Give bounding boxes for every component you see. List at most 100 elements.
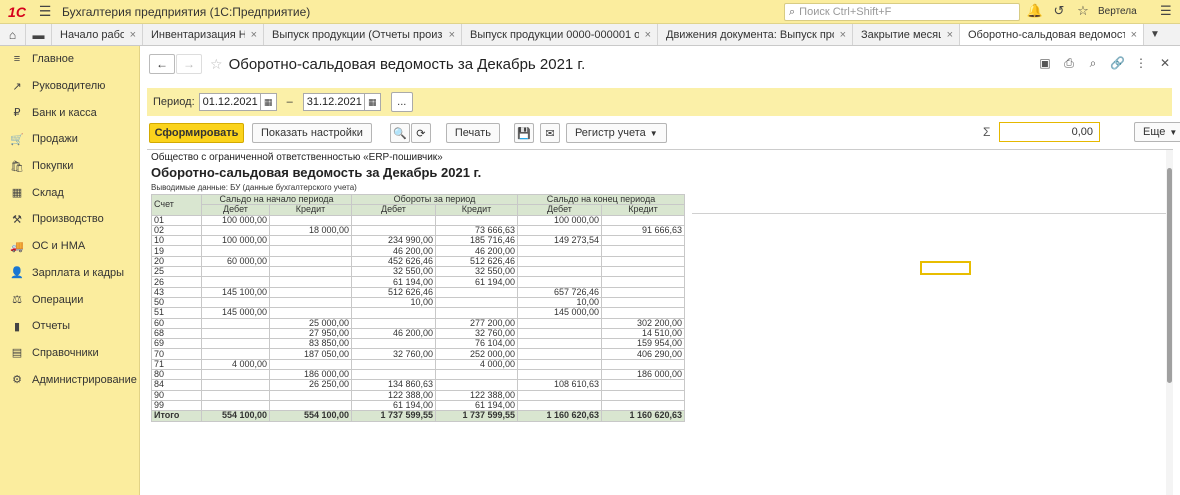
amount-cell[interactable] [269,255,352,268]
amount-cell[interactable]: 159 954,00 [601,338,685,350]
amount-cell[interactable] [201,317,270,329]
amount-cell[interactable] [601,379,685,391]
hamburger-menu-icon[interactable]: ☰ [1160,3,1172,19]
account-cell[interactable]: 01 [151,214,202,226]
amount-cell[interactable] [269,235,352,247]
amount-cell[interactable]: 27 950,00 [269,327,352,340]
amount-cell[interactable] [269,389,352,401]
sidebar-item-6[interactable]: ⚒ Производство [0,206,139,233]
account-cell[interactable]: 02 [151,224,202,237]
amount-cell[interactable]: 26 250,00 [269,379,352,391]
amount-cell[interactable]: 100 000,00 [201,235,270,247]
amount-cell[interactable] [517,358,602,371]
bell-icon[interactable]: 🔔 [1026,3,1044,19]
account-cell[interactable]: 99 [151,399,202,412]
account-cell[interactable]: 69 [151,338,202,350]
amount-cell[interactable] [201,266,270,278]
amount-cell[interactable]: 406 290,00 [601,348,685,360]
amount-cell[interactable]: 100 000,00 [201,214,270,226]
amount-cell[interactable]: 4 000,00 [201,358,270,371]
amount-cell[interactable] [201,399,270,412]
amount-cell[interactable]: 145 000,00 [201,307,270,319]
amount-cell[interactable]: 83 850,00 [269,338,352,350]
amount-cell[interactable] [601,245,685,257]
sidebar-item-4[interactable]: 🛍 Покупки [0,153,139,180]
save-file-icon[interactable]: 💾 [513,123,534,143]
amount-cell[interactable] [435,379,518,391]
header-group[interactable]: Сальдо на конец периода [517,193,685,206]
amount-cell[interactable] [269,358,352,371]
amount-cell[interactable] [201,338,270,350]
print-button[interactable]: Печать [445,123,500,143]
amount-cell[interactable] [601,286,685,298]
amount-cell[interactable]: 149 273,54 [517,235,602,247]
amount-cell[interactable] [269,286,352,298]
amount-cell[interactable]: 145 000,00 [517,307,602,319]
sidebar-item-11[interactable]: ▤ Справочники [0,340,139,367]
total-cell[interactable]: 1 160 620,63 [601,410,685,422]
amount-cell[interactable] [201,379,270,391]
sidebar-item-5[interactable]: ▦ Склад [0,179,139,206]
account-cell[interactable]: 68 [151,327,202,340]
amount-cell[interactable] [201,348,270,360]
sidebar-item-2[interactable]: ₽ Банк и касса [0,99,139,126]
amount-cell[interactable]: 61 194,00 [351,399,436,412]
account-cell[interactable]: 20 [151,255,202,268]
amount-cell[interactable] [601,214,685,226]
search-input[interactable]: ⌕ Поиск Ctrl+Shift+F [784,3,1020,21]
show-settings-button[interactable]: Показать настройки [252,123,372,143]
account-cell[interactable]: 26 [151,276,202,288]
chat-icon[interactable]: ▬ [26,24,52,45]
more-button[interactable]: Еще ▼ [1134,122,1180,142]
account-cell[interactable]: 25 [151,266,202,278]
favorites-star-icon[interactable]: ☆ [1074,3,1092,19]
amount-cell[interactable] [517,369,602,381]
print-icon[interactable]: ⎙ [1062,56,1076,71]
amount-cell[interactable]: 185 716,46 [435,235,518,247]
register-dropdown[interactable]: Регистр учета ▼ [565,123,667,143]
history-icon[interactable]: ↺ [1050,3,1068,19]
amount-cell[interactable] [269,214,352,226]
amount-cell[interactable] [517,338,602,350]
amount-cell[interactable]: 18 000,00 [269,224,352,237]
sidebar-item-10[interactable]: ▮ Отчеты [0,313,139,340]
amount-cell[interactable] [435,296,518,309]
amount-cell[interactable] [201,327,270,340]
amount-cell[interactable] [601,266,685,278]
amount-cell[interactable]: 657 726,46 [517,286,602,298]
tab-5[interactable]: Закрытие месяца × [853,24,960,45]
date-to-input[interactable]: 31.12.2021 [302,93,365,111]
account-cell[interactable]: 10 [151,235,202,247]
amount-cell[interactable] [601,276,685,288]
amount-cell[interactable]: 145 100,00 [201,286,270,298]
amount-cell[interactable]: 122 388,00 [351,389,436,401]
close-tab-icon[interactable]: × [645,29,651,41]
scrollbar-thumb[interactable] [1167,168,1172,383]
amount-cell[interactable]: 134 860,63 [351,379,436,391]
header-account[interactable]: Счет [151,194,202,216]
sidebar-item-7[interactable]: 🚚 ОС и НМА [0,233,139,260]
close-tab-icon[interactable]: × [840,29,846,41]
amount-cell[interactable]: 512 626,46 [435,255,518,268]
amount-cell[interactable]: 46 200,00 [435,245,518,257]
amount-cell[interactable] [351,369,436,381]
amount-cell[interactable] [269,296,352,309]
date-from-input[interactable]: 01.12.2021 [198,93,261,111]
amount-cell[interactable]: 25 000,00 [269,317,352,329]
amount-cell[interactable] [517,399,602,412]
amount-cell[interactable]: 76 104,00 [435,338,518,350]
find-icon[interactable]: 🔍 [389,123,410,143]
amount-cell[interactable] [351,214,436,226]
more-vertical-icon[interactable]: ⋮ [1134,56,1148,71]
sum-field[interactable]: 0,00 [999,122,1100,142]
amount-cell[interactable] [351,317,436,329]
sidebar-item-1[interactable]: ↗ Руководителю [0,73,139,100]
tab-0[interactable]: Начало работы × [52,24,143,45]
amount-cell[interactable] [269,245,352,257]
total-cell[interactable]: 1 160 620,63 [517,410,602,422]
amount-cell[interactable] [601,358,685,371]
amount-cell[interactable]: 122 388,00 [435,389,518,401]
selected-cell[interactable] [920,261,971,275]
total-cell[interactable]: 1 737 599,55 [351,410,436,422]
sidebar-item-8[interactable]: 👤 Зарплата и кадры [0,260,139,287]
